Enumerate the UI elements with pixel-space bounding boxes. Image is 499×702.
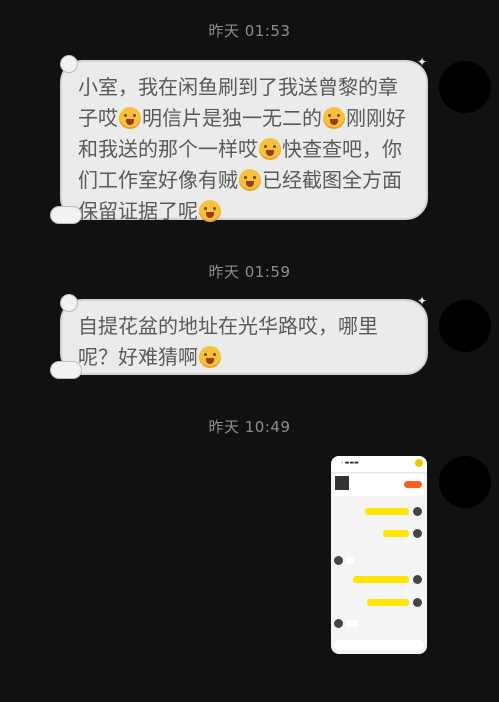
timestamp: 昨天 01:59 xyxy=(208,263,291,281)
fearful-face-emoji-icon xyxy=(119,107,141,129)
timestamp: 昨天 10:49 xyxy=(208,418,291,436)
fearful-face-emoji-icon xyxy=(199,200,221,222)
fearful-face-emoji-icon xyxy=(239,169,261,191)
thumbnail-input-bar xyxy=(334,640,424,650)
fearful-face-emoji-icon xyxy=(323,107,345,129)
thumbnail-product-card xyxy=(334,474,424,496)
fearful-face-emoji-icon xyxy=(259,138,281,160)
message-bubble[interactable]: 小室，我在闲鱼刷到了我送曾黎的章子哎 明信片是独一无二的 刚刚好和我送的那个一样哎快… xyxy=(60,60,428,223)
message-bubble[interactable]: 自提花盆的地址在光华路哎，哪里呢？好难猜啊 xyxy=(60,299,428,375)
bubble-decoration-icon xyxy=(60,294,78,312)
cloud-decoration-icon xyxy=(50,361,82,379)
sparkle-icon: ✦ xyxy=(417,294,428,308)
message-text: 自提花盆的地址在光华路哎，哪里呢？好难猜啊 xyxy=(78,314,378,369)
cloud-decoration-icon xyxy=(50,206,82,224)
sparkle-icon: ✦ xyxy=(417,55,428,69)
avatar[interactable] xyxy=(439,300,491,352)
avatar[interactable] xyxy=(439,456,491,508)
message-text: 明信片是独一无二的 xyxy=(142,106,322,130)
fearful-face-emoji-icon xyxy=(199,346,221,368)
bubble-decoration-icon xyxy=(60,55,78,73)
timestamp: 昨天 01:53 xyxy=(208,22,291,40)
avatar[interactable] xyxy=(439,61,491,113)
thumbnail-header: ‹ ▬▬▬ xyxy=(331,456,427,473)
screenshot-thumbnail[interactable]: ‹ ▬▬▬ xyxy=(331,456,427,654)
